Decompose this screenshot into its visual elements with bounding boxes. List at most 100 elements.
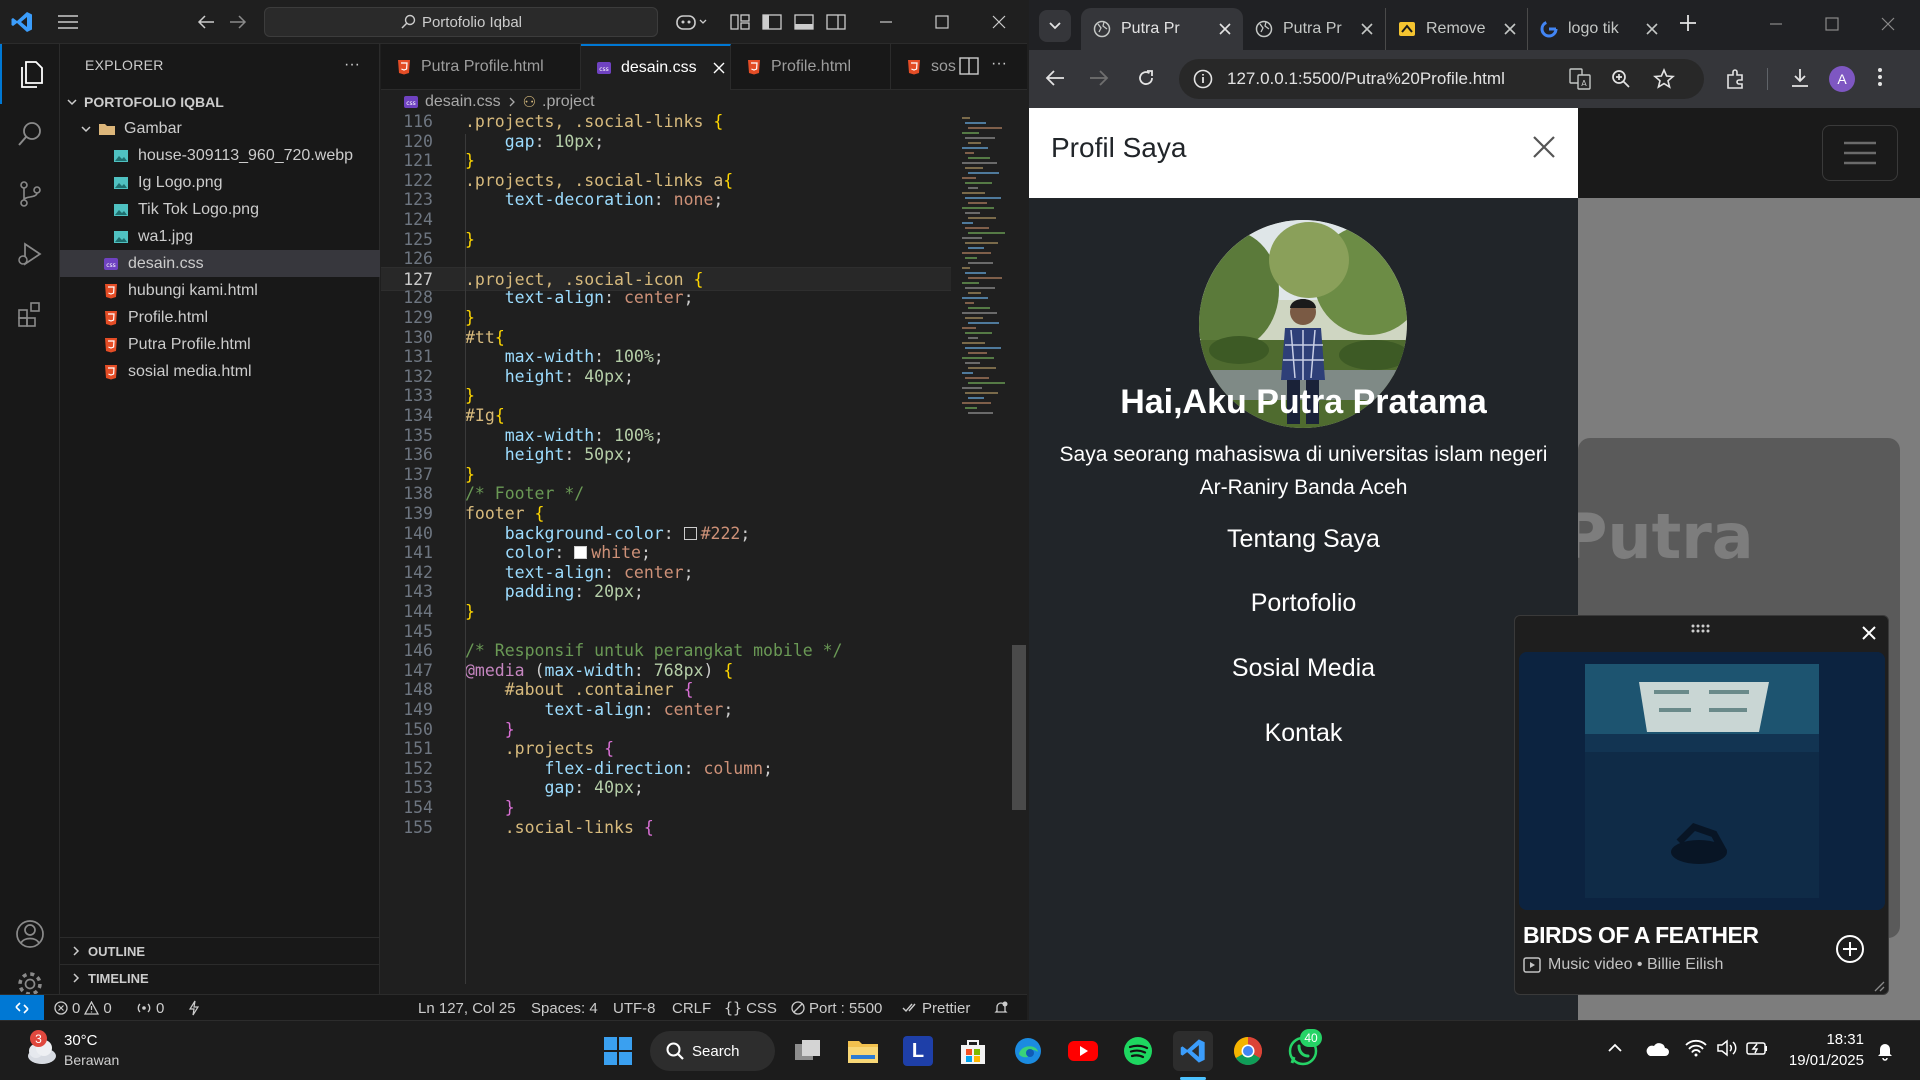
cursor-position[interactable]: Ln 127, Col 25 [418,995,516,1021]
notifications-bell-icon[interactable] [993,995,1009,1021]
nav-link-kontak[interactable]: Kontak [1029,719,1578,748]
edge-browser-icon[interactable] [1008,1031,1048,1071]
prettier-status[interactable]: Prettier [902,995,970,1021]
wifi-icon[interactable] [1685,1039,1707,1057]
new-tab-icon[interactable] [1679,14,1697,32]
minimap[interactable] [960,114,1012,434]
timeline-section[interactable]: TIMELINE [60,964,380,991]
file-row-html[interactable]: hubungi kami.html [60,277,380,304]
close-tab-icon[interactable] [1504,23,1516,35]
line-ending[interactable]: CRLF [672,995,711,1021]
minimize-icon[interactable] [872,8,900,36]
weather-widget[interactable]: 3 30°C Berawan [18,1030,158,1074]
file-row-image[interactable]: house-309113_960_720.webp [60,142,380,169]
close-tab-icon[interactable] [1646,23,1658,35]
profile-avatar[interactable]: A [1829,66,1855,92]
chrome-icon[interactable] [1228,1031,1268,1071]
menu-icon[interactable] [54,8,82,36]
copilot-icon[interactable] [672,8,712,36]
address-bar[interactable]: 127.0.0.1:5500/Putra%20Profile.html A [1179,59,1704,99]
chevron-up-icon[interactable] [1607,1043,1623,1053]
code-line[interactable]: 155 .social-links { [381,816,951,840]
run-debug-icon[interactable] [0,224,60,284]
close-icon[interactable] [1532,135,1556,159]
browser-tab[interactable]: logo tik [1527,8,1669,50]
translate-icon[interactable]: A [1569,68,1591,90]
task-view-icon[interactable] [788,1031,828,1071]
close-icon[interactable] [1881,17,1895,31]
code-editor[interactable]: 116 .projects, .social-links {120 gap: 10… [381,114,1027,994]
spotify-icon[interactable] [1118,1031,1158,1071]
l-app-icon[interactable]: L [898,1031,938,1071]
toggle-primary-sidebar-icon[interactable] [758,8,786,36]
outline-section[interactable]: OUTLINE [60,937,380,964]
toggle-panel-icon[interactable] [790,8,818,36]
minimize-icon[interactable] [1769,17,1783,31]
root-folder-row[interactable]: PORTOFOLIO IQBAL [60,88,380,115]
youtube-icon[interactable] [1063,1031,1103,1071]
file-row-image[interactable]: Tik Tok Logo.png [60,196,380,223]
vscode-taskbar-icon[interactable] [1173,1031,1213,1071]
reload-icon[interactable] [1136,68,1156,88]
browser-tab[interactable]: Putra Pr [1243,8,1385,50]
nav-link-portofolio[interactable]: Portofolio [1029,589,1578,618]
notification-bell-icon[interactable] [1876,1041,1894,1061]
breadcrumb-file[interactable]: desain.css [425,93,501,111]
back-arrow-icon[interactable] [1045,69,1065,87]
editor-scrollbar[interactable] [1012,645,1026,810]
video-thumbnail[interactable] [1519,652,1885,910]
ports-indicator[interactable]: 0 [136,995,164,1021]
close-tab-icon[interactable] [1219,23,1231,35]
volume-icon[interactable] [1716,1039,1738,1057]
file-row-html[interactable]: Putra Profile.html [60,331,380,358]
customize-layout-icon[interactable] [726,8,754,36]
close-tab-icon[interactable] [713,62,725,74]
search-icon[interactable] [0,104,60,164]
resize-grip-icon[interactable] [1871,978,1885,992]
onedrive-cloud-icon[interactable] [1645,1041,1669,1057]
encoding[interactable]: UTF-8 [613,995,656,1021]
nav-link-tentang-saya[interactable]: Tentang Saya [1029,525,1578,554]
maximize-icon[interactable] [928,8,956,36]
file-explorer-icon[interactable] [843,1031,883,1071]
taskbar-search[interactable]: Search [650,1031,775,1071]
add-to-playlist-icon[interactable] [1835,934,1865,964]
indentation[interactable]: Spaces: 4 [531,995,598,1021]
kebab-menu-icon[interactable] [1877,66,1883,88]
close-icon[interactable] [985,8,1013,36]
tab-profile[interactable]: Profile.html [731,44,891,90]
bookmark-star-icon[interactable] [1653,68,1675,90]
back-arrow-icon[interactable] [192,8,220,36]
folder-row-gambar[interactable]: Gambar [60,115,380,142]
extensions-puzzle-icon[interactable] [1725,68,1747,90]
forward-arrow-icon[interactable] [1089,69,1109,87]
language-mode[interactable]: {} CSS [724,995,777,1021]
live-server-port[interactable]: Port : 5500 [791,995,882,1021]
source-control-icon[interactable] [0,164,60,224]
tab-sosial-media[interactable]: sos [891,44,961,90]
clock-time[interactable]: 18:31 [1784,1031,1864,1048]
more-actions-icon[interactable]: ··· [991,55,1007,73]
file-row-html[interactable]: Profile.html [60,304,380,331]
zoom-icon[interactable] [1611,69,1631,89]
lightning-icon[interactable] [188,995,200,1021]
extensions-icon[interactable] [0,284,60,344]
clock-date[interactable]: 19/01/2025 [1764,1052,1864,1069]
download-icon[interactable] [1789,67,1811,89]
browser-tab[interactable]: Remove [1385,8,1527,50]
microsoft-store-icon[interactable] [953,1031,993,1071]
maximize-icon[interactable] [1825,17,1839,31]
drag-handle-icon[interactable] [1690,624,1710,634]
toggle-secondary-sidebar-icon[interactable] [822,8,850,36]
file-row-css[interactable]: css desain.css [60,250,380,277]
tab-search-icon[interactable] [1039,10,1071,42]
problems-indicator[interactable]: 0 0 [54,995,112,1021]
close-icon[interactable] [1861,625,1877,641]
forward-arrow-icon[interactable] [224,8,252,36]
more-actions-icon[interactable]: ··· [344,56,360,74]
command-center-search[interactable]: Portofolio Iqbal [264,7,658,37]
file-row-image[interactable]: wa1.jpg [60,223,380,250]
explorer-icon[interactable] [0,44,60,104]
site-info-icon[interactable] [1193,69,1213,89]
breadcrumb-symbol[interactable]: .project [542,93,594,111]
